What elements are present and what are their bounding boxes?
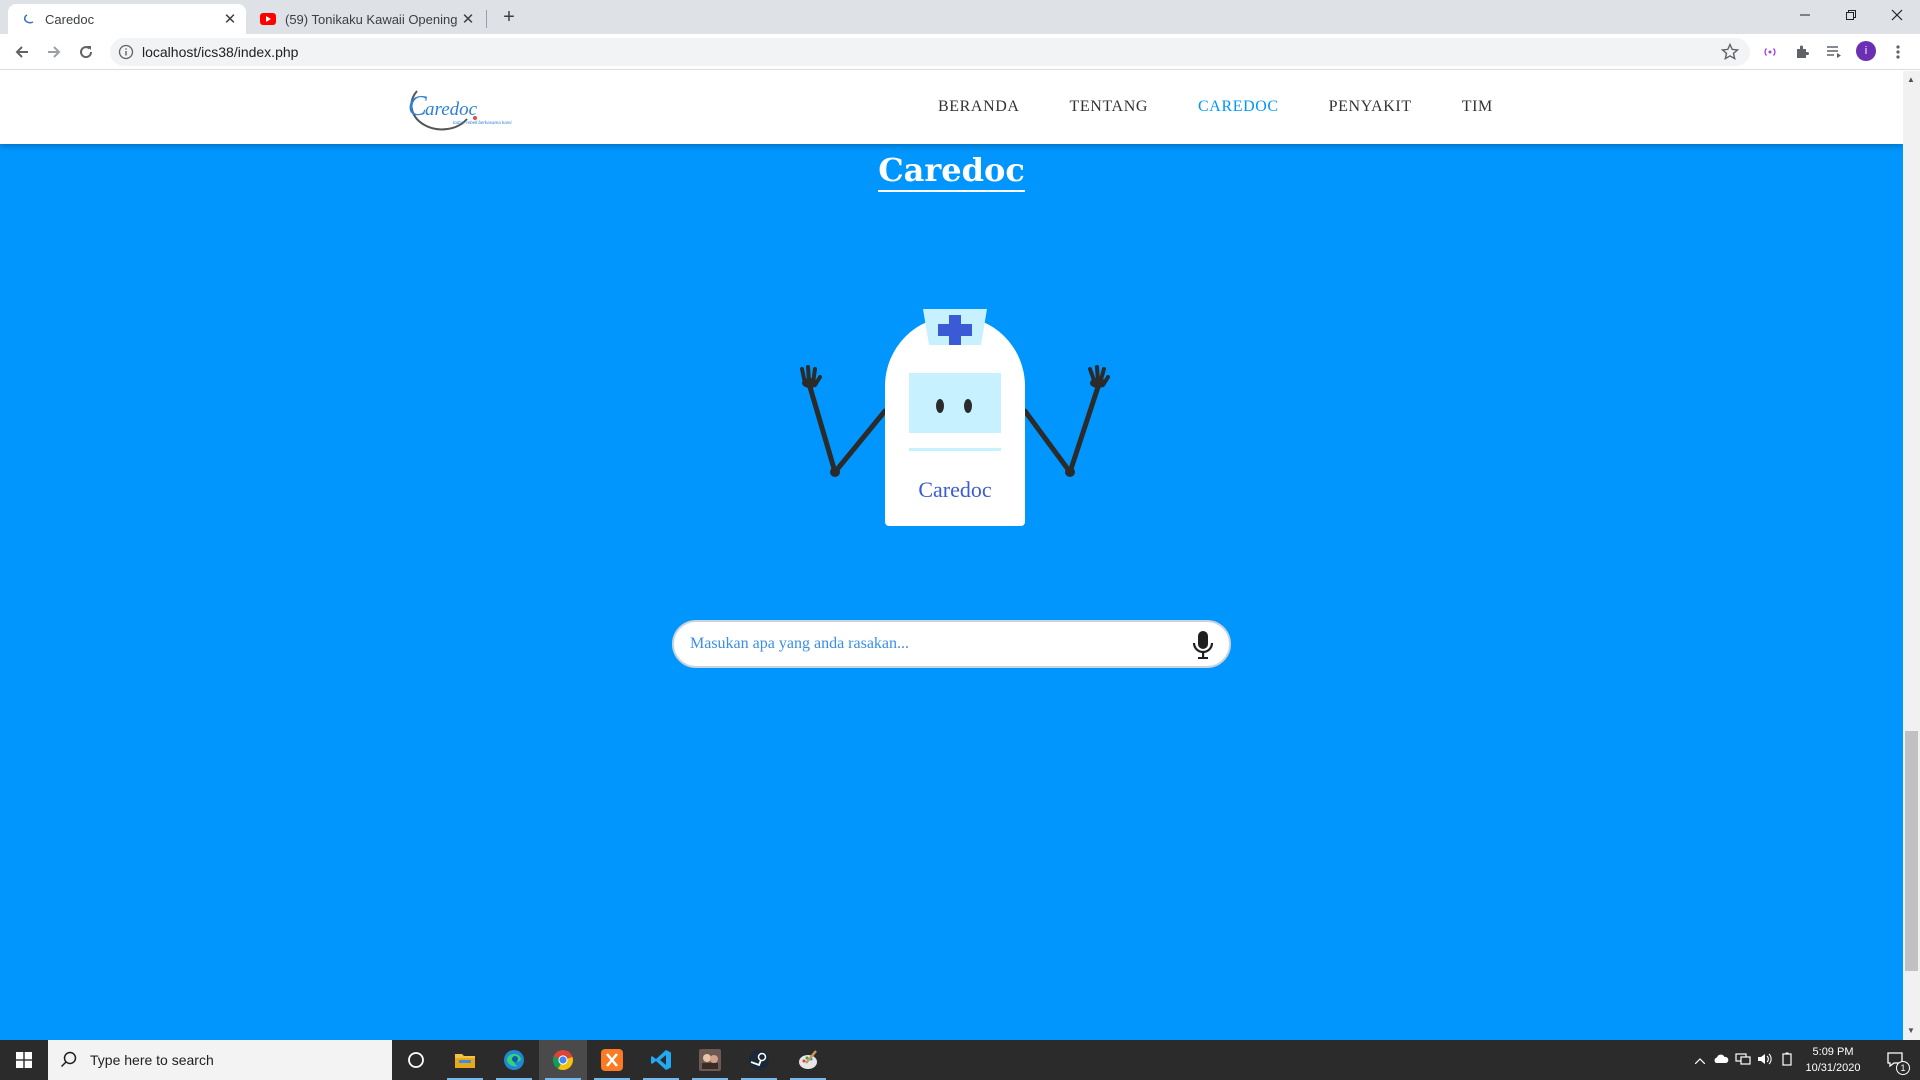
- network-icon[interactable]: [1732, 1052, 1754, 1068]
- taskbar-search-box[interactable]: Type here to search: [48, 1040, 392, 1080]
- browser-tab-strip: Caredoc ✕ (59) Tonikaku Kawaii Opening S…: [0, 0, 1920, 34]
- file-explorer-icon[interactable]: [441, 1040, 489, 1080]
- onedrive-cloud-icon[interactable]: [1710, 1053, 1732, 1067]
- tab-youtube[interactable]: (59) Tonikaku Kawaii Opening So ✕: [254, 4, 484, 34]
- taskbar-search-placeholder: Type here to search: [90, 1052, 214, 1068]
- microphone-icon[interactable]: [1191, 630, 1215, 660]
- site-navbar: C aredoc today, rebell berkasama kami BE…: [0, 71, 1903, 144]
- web-page: C aredoc today, rebell berkasama kami BE…: [0, 71, 1903, 1040]
- nav-link-beranda[interactable]: BERANDA: [938, 98, 1020, 116]
- nav-link-tim[interactable]: TIM: [1462, 98, 1493, 116]
- hero-title: Caredoc: [0, 151, 1903, 192]
- minimize-button[interactable]: [1782, 0, 1828, 30]
- vscode-icon[interactable]: [637, 1040, 685, 1080]
- restore-button[interactable]: [1828, 0, 1874, 30]
- clock-date: 10/31/2020: [1805, 1062, 1861, 1074]
- system-tray: [1690, 1040, 1798, 1080]
- forward-button[interactable]: [41, 39, 67, 65]
- mascot-label: Caredoc: [918, 477, 992, 502]
- clock-time: 5:09 PM: [1812, 1046, 1854, 1058]
- steam-icon[interactable]: [735, 1040, 783, 1080]
- nav-link-caredoc[interactable]: CAREDOC: [1198, 98, 1279, 116]
- page-scrollbar[interactable]: ▲ ▼: [1903, 71, 1920, 1040]
- svg-text:today, rebell berkasama kami: today, rebell berkasama kami: [453, 120, 512, 125]
- hero-title-text: Caredoc: [878, 151, 1025, 192]
- media-cast-icon[interactable]: [1760, 42, 1780, 62]
- scroll-down-arrow-icon[interactable]: ▼: [1907, 1026, 1915, 1035]
- main-menu: BERANDA TENTANG CAREDOC PENYAKIT TIM: [938, 98, 1543, 116]
- caredoc-mascot-illustration: Caredoc: [790, 291, 1120, 531]
- address-bar[interactable]: localhost/ics38/index.php: [110, 38, 1750, 66]
- taskbar-clock[interactable]: 5:09 PM 10/31/2020: [1796, 1044, 1870, 1076]
- profile-avatar[interactable]: i: [1856, 41, 1876, 61]
- tab-caredoc[interactable]: Caredoc ✕: [8, 4, 246, 34]
- reload-button[interactable]: [73, 39, 99, 65]
- close-window-button[interactable]: [1874, 0, 1920, 30]
- symptom-search-input[interactable]: [690, 632, 1170, 656]
- caredoc-logo[interactable]: C aredoc today, rebell berkasama kami: [395, 83, 535, 133]
- edge-icon[interactable]: [490, 1040, 538, 1080]
- windows-start-button[interactable]: [0, 1040, 48, 1080]
- new-tab-button[interactable]: +: [498, 6, 520, 28]
- cortana-icon[interactable]: [392, 1040, 440, 1080]
- back-button[interactable]: [9, 39, 35, 65]
- scrollbar-thumb[interactable]: [1905, 731, 1918, 971]
- chrome-icon[interactable]: [539, 1040, 587, 1080]
- volume-icon[interactable]: [1754, 1053, 1776, 1068]
- game-icon[interactable]: [686, 1040, 734, 1080]
- notification-count-badge: 1: [1896, 1061, 1910, 1075]
- caredoc-favicon-icon: [20, 11, 36, 27]
- tab-title: (59) Tonikaku Kawaii Opening So: [285, 11, 458, 27]
- chrome-menu-icon[interactable]: [1888, 42, 1908, 62]
- nav-link-penyakit[interactable]: PENYAKIT: [1329, 98, 1412, 116]
- paint-icon[interactable]: [784, 1040, 832, 1080]
- nav-link-tentang[interactable]: TENTANG: [1070, 98, 1148, 116]
- tab-separator: [486, 10, 487, 28]
- search-icon: [60, 1051, 77, 1068]
- tab-close-icon[interactable]: ✕: [220, 9, 240, 29]
- windows-taskbar: Type here to search 5:09 PM 10/31/2020 1: [0, 1040, 1920, 1080]
- youtube-icon: [260, 11, 276, 27]
- battery-icon[interactable]: [1776, 1052, 1798, 1069]
- scroll-up-arrow-icon[interactable]: ▲: [1907, 75, 1915, 84]
- tab-close-icon[interactable]: ✕: [458, 9, 478, 29]
- bookmark-star-icon[interactable]: [1720, 42, 1740, 62]
- site-info-icon[interactable]: [118, 44, 134, 60]
- reading-list-icon[interactable]: [1824, 42, 1844, 62]
- svg-text:aredoc: aredoc: [425, 99, 478, 120]
- notifications-icon[interactable]: 1: [1872, 1040, 1920, 1080]
- browser-toolbar: localhost/ics38/index.php: [0, 34, 1920, 70]
- extensions-icon[interactable]: [1792, 42, 1812, 62]
- show-hidden-icons-chevron-up-icon[interactable]: [1690, 1053, 1710, 1067]
- symptom-search-box: [672, 620, 1231, 668]
- tab-title: Caredoc: [45, 11, 95, 27]
- xampp-icon[interactable]: [588, 1040, 636, 1080]
- url-text: localhost/ics38/index.php: [142, 44, 299, 60]
